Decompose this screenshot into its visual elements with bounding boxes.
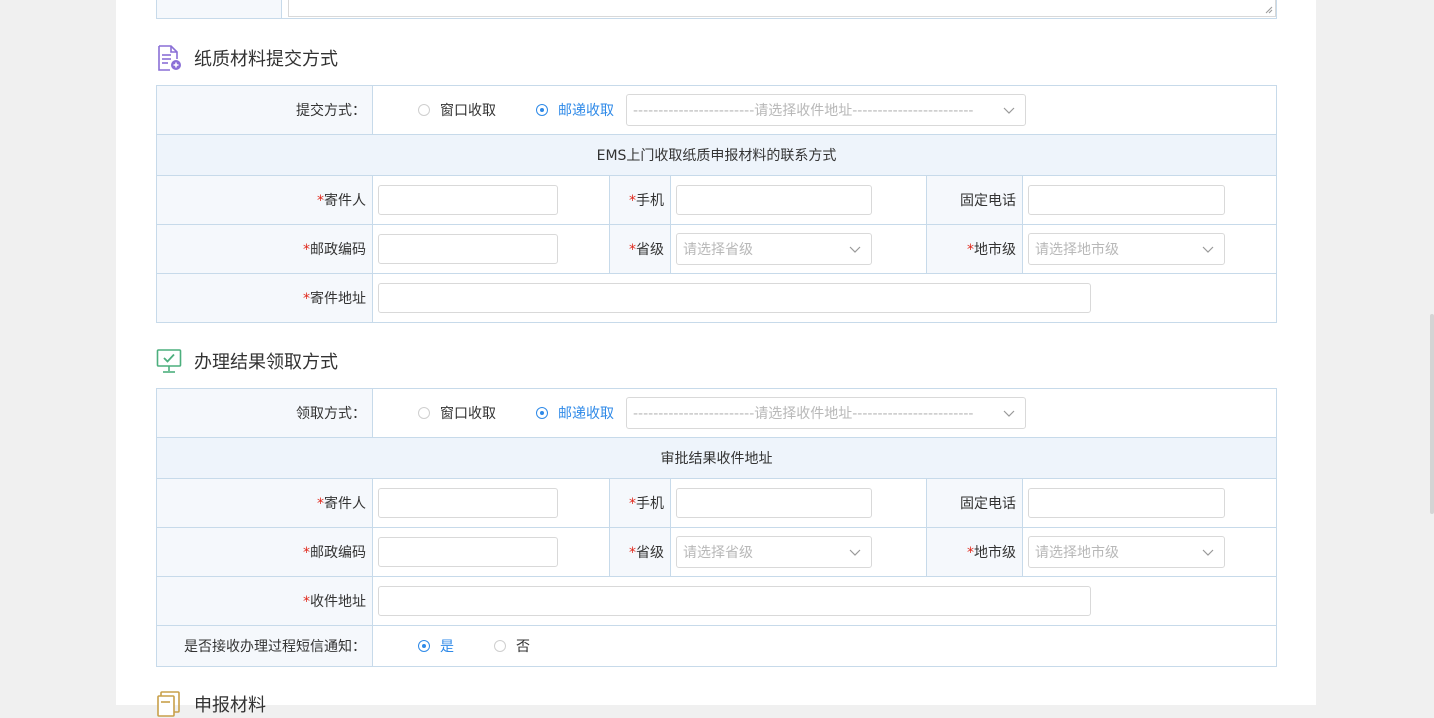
city-label: *地市级 <box>926 527 1023 577</box>
landline-cell <box>1021 175 1278 225</box>
radio-window-pickup[interactable]: 窗口收取 <box>418 100 496 120</box>
radio-label: 邮递收取 <box>558 103 614 119</box>
pickup-method-label: 领取方式： <box>156 388 373 438</box>
landline-label: 固定电话 <box>926 175 1023 225</box>
postcode-input[interactable] <box>378 537 558 567</box>
province-placeholder: 请选择省级 <box>683 545 753 561</box>
city-select[interactable]: 请选择地市级 <box>1028 233 1225 265</box>
section-title-result-pickup: 办理结果领取方式 <box>156 347 338 375</box>
sender-input[interactable] <box>378 185 558 215</box>
monitor-check-icon <box>156 349 182 373</box>
receive-address-input[interactable] <box>378 586 1091 616</box>
previous-label-cell <box>157 0 282 18</box>
landline-cell <box>1021 478 1278 528</box>
landline-input[interactable] <box>1028 185 1225 215</box>
radio-dot[interactable] <box>418 104 430 116</box>
section-title-text: 纸质材料提交方式 <box>194 49 338 70</box>
sender-label: *寄件人 <box>156 175 373 225</box>
postcode-cell <box>372 527 610 577</box>
chevron-down-icon <box>1003 107 1015 114</box>
radio-dot-selected[interactable] <box>536 104 548 116</box>
document-add-icon <box>158 45 181 71</box>
submit-method-cell: 窗口收取 邮递收取 ------------------------请选择收件地… <box>371 85 1278 135</box>
radio-label: 窗口收取 <box>440 103 496 119</box>
chevron-down-icon <box>1202 549 1214 556</box>
postcode-input[interactable] <box>378 234 558 264</box>
radio-label: 窗口收取 <box>440 406 496 422</box>
city-placeholder: 请选择地市级 <box>1035 242 1119 258</box>
sms-notify-cell: 是 否 <box>371 625 1278 667</box>
section-title-paper-submission: 纸质材料提交方式 <box>156 44 338 72</box>
city-placeholder: 请选择地市级 <box>1035 545 1119 561</box>
submit-method-label: 提交方式： <box>156 85 373 135</box>
landline-input[interactable] <box>1028 488 1225 518</box>
postcode-label: *邮政编码 <box>156 224 373 274</box>
radio-label: 否 <box>516 639 530 655</box>
radio-sms-no[interactable]: 否 <box>494 636 530 656</box>
radio-dot[interactable] <box>494 640 506 652</box>
address-select-placeholder: ------------------------请选择收件地址---------… <box>633 103 974 119</box>
send-address-input[interactable] <box>378 283 1091 313</box>
pickup-method-cell: 窗口收取 邮递收取 ------------------------请选择收件地… <box>371 388 1278 438</box>
ems-contact-subheader: EMS上门收取纸质申报材料的联系方式 <box>155 134 1278 176</box>
address-select-placeholder: ------------------------请选择收件地址---------… <box>633 406 974 422</box>
mobile-label: *手机 <box>609 175 671 225</box>
section-title-text: 申报材料 <box>194 695 266 716</box>
chevron-down-icon <box>849 246 861 253</box>
remarks-textarea[interactable] <box>288 0 1276 17</box>
province-cell: 请选择省级 <box>670 527 927 577</box>
radio-mail-pickup[interactable]: 邮递收取 <box>536 100 614 120</box>
province-label: *省级 <box>609 224 671 274</box>
city-cell: 请选择地市级 <box>1021 527 1278 577</box>
province-label: *省级 <box>609 527 671 577</box>
radio-mail-pickup[interactable]: 邮递收取 <box>536 403 614 423</box>
radio-dot-selected[interactable] <box>418 640 430 652</box>
previous-table-remnant <box>156 0 1277 19</box>
address-select[interactable]: ------------------------请选择收件地址---------… <box>626 94 1026 126</box>
sender-label: *寄件人 <box>156 478 373 528</box>
paper-submission-table: 提交方式： 窗口收取 邮递收取 ------------------------… <box>155 85 1278 323</box>
sms-notify-label: 是否接收办理过程短信通知： <box>156 625 373 667</box>
sender-cell <box>372 478 610 528</box>
province-cell: 请选择省级 <box>670 224 927 274</box>
landline-label: 固定电话 <box>926 478 1023 528</box>
chevron-down-icon <box>1202 246 1214 253</box>
mobile-cell <box>670 478 927 528</box>
send-address-cell <box>371 273 1278 323</box>
result-address-subheader: 审批结果收件地址 <box>155 437 1278 479</box>
radio-dot[interactable] <box>418 407 430 419</box>
section-title-text: 办理结果领取方式 <box>194 352 338 373</box>
province-select[interactable]: 请选择省级 <box>676 233 872 265</box>
sender-input[interactable] <box>378 488 558 518</box>
mobile-label: *手机 <box>609 478 671 528</box>
chevron-down-icon <box>1003 410 1015 417</box>
files-icon <box>157 691 180 717</box>
chevron-down-icon <box>849 549 861 556</box>
mobile-input[interactable] <box>676 185 872 215</box>
sender-cell <box>372 175 610 225</box>
city-cell: 请选择地市级 <box>1021 224 1278 274</box>
postcode-cell <box>372 224 610 274</box>
province-select[interactable]: 请选择省级 <box>676 536 872 568</box>
section-title-application-materials: 申报材料 <box>156 690 266 718</box>
mobile-input[interactable] <box>676 488 872 518</box>
province-placeholder: 请选择省级 <box>683 242 753 258</box>
resize-handle-icon[interactable] <box>1265 6 1273 14</box>
radio-window-pickup[interactable]: 窗口收取 <box>418 403 496 423</box>
main-form-panel: 纸质材料提交方式 提交方式： 窗口收取 邮递收取 ---------------… <box>116 0 1316 717</box>
city-select[interactable]: 请选择地市级 <box>1028 536 1225 568</box>
mobile-cell <box>670 175 927 225</box>
postcode-label: *邮政编码 <box>156 527 373 577</box>
radio-dot-selected[interactable] <box>536 407 548 419</box>
send-address-label: *寄件地址 <box>156 273 373 323</box>
receive-address-label: *收件地址 <box>156 576 373 626</box>
address-select[interactable]: ------------------------请选择收件地址---------… <box>626 397 1026 429</box>
scrollbar-thumb[interactable] <box>1430 314 1434 514</box>
radio-sms-yes[interactable]: 是 <box>418 636 454 656</box>
radio-label: 是 <box>440 639 454 655</box>
city-label: *地市级 <box>926 224 1023 274</box>
result-pickup-table: 领取方式： 窗口收取 邮递收取 ------------------------… <box>155 388 1278 667</box>
receive-address-cell <box>371 576 1278 626</box>
radio-label: 邮递收取 <box>558 406 614 422</box>
